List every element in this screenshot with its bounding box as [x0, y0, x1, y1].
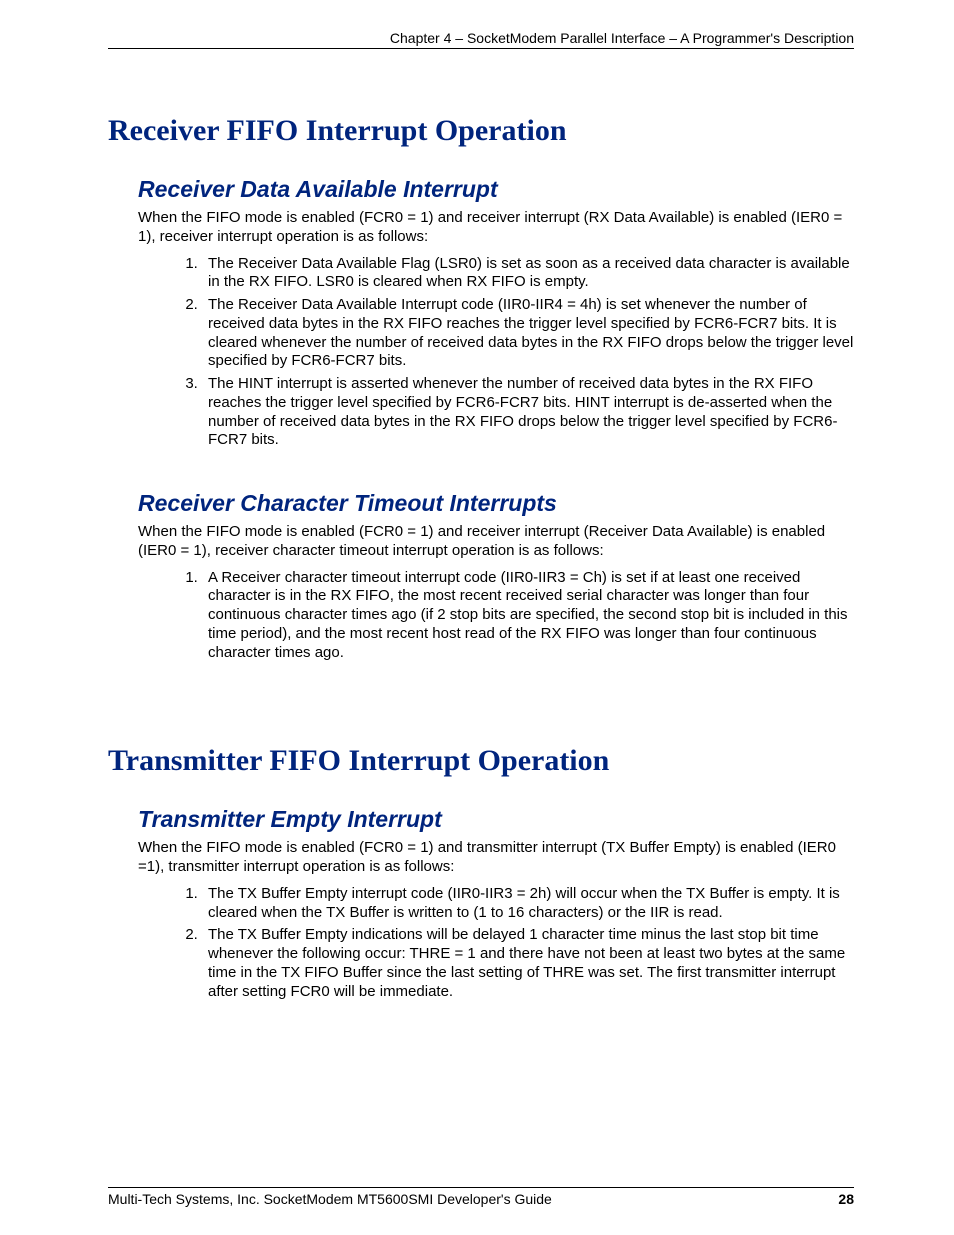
paragraph-text: When the FIFO mode is enabled (FCR0 = 1)…	[108, 209, 854, 247]
list-item: The TX Buffer Empty interrupt code (IIR0…	[202, 885, 854, 923]
section-heading-transmitter-fifo: Transmitter FIFO Interrupt Operation	[108, 744, 854, 778]
page-container: Chapter 4 – SocketModem Parallel Interfa…	[0, 0, 954, 1235]
list-item: The Receiver Data Available Interrupt co…	[202, 296, 854, 371]
paragraph-text: When the FIFO mode is enabled (FCR0 = 1)…	[108, 523, 854, 561]
list-item: The Receiver Data Available Flag (LSR0) …	[202, 255, 854, 293]
subsection-heading-tx-empty: Transmitter Empty Interrupt	[108, 806, 854, 833]
list-item: The HINT interrupt is asserted whenever …	[202, 375, 854, 450]
list-item: A Receiver character timeout interrupt c…	[202, 569, 854, 663]
page-footer: Multi-Tech Systems, Inc. SocketModem MT5…	[108, 1187, 854, 1207]
numbered-list: The TX Buffer Empty interrupt code (IIR0…	[108, 885, 854, 1002]
page-header: Chapter 4 – SocketModem Parallel Interfa…	[108, 30, 854, 49]
subsection-heading-rx-char-timeout: Receiver Character Timeout Interrupts	[108, 490, 854, 517]
paragraph-text: When the FIFO mode is enabled (FCR0 = 1)…	[108, 839, 854, 877]
section-heading-receiver-fifo: Receiver FIFO Interrupt Operation	[108, 114, 854, 148]
footer-text: Multi-Tech Systems, Inc. SocketModem MT5…	[108, 1191, 552, 1207]
numbered-list: The Receiver Data Available Flag (LSR0) …	[108, 255, 854, 451]
page-number: 28	[838, 1191, 854, 1207]
list-item: The TX Buffer Empty indications will be …	[202, 926, 854, 1001]
subsection-heading-rx-data-available: Receiver Data Available Interrupt	[108, 176, 854, 203]
numbered-list: A Receiver character timeout interrupt c…	[108, 569, 854, 663]
